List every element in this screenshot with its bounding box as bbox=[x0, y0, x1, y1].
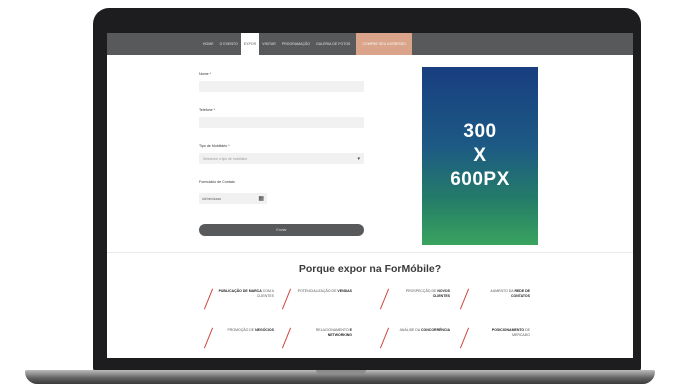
nav-item-home[interactable]: Home bbox=[200, 33, 217, 55]
benefit-item: Relacionamento e networking bbox=[280, 325, 358, 351]
nav-item-visitar[interactable]: Visitar bbox=[259, 33, 279, 55]
nav-item-galeria[interactable]: Galeria de Fotos bbox=[313, 33, 353, 55]
laptop-screen: Home O Evento Expor Visitar Programação … bbox=[107, 33, 633, 358]
cta-button[interactable]: Compre seu Ingresso bbox=[356, 33, 412, 55]
slash-icon bbox=[379, 288, 390, 310]
nav-item-evento[interactable]: O Evento bbox=[217, 33, 241, 55]
phone-field[interactable] bbox=[199, 117, 364, 128]
section-divider bbox=[107, 252, 633, 253]
name-field[interactable] bbox=[199, 81, 364, 92]
calendar-icon[interactable]: ▦ bbox=[258, 195, 264, 202]
name-label: Nome * bbox=[199, 72, 211, 76]
benefit-item: Publicação de marca com a clientes bbox=[202, 286, 280, 312]
type-select[interactable]: Selecione o tipo de mobiliário ▾ bbox=[199, 153, 364, 164]
benefit-item: Análise da concorrência bbox=[378, 325, 456, 351]
ad-line-2: X bbox=[473, 145, 487, 166]
slash-icon bbox=[459, 288, 470, 310]
submit-button[interactable]: Enviar bbox=[199, 224, 364, 236]
date-value: dd/mm/aaaa bbox=[202, 196, 221, 201]
ad-banner[interactable]: 300 X 600PX bbox=[422, 67, 538, 245]
date-label: Formulário de Contato bbox=[199, 180, 235, 184]
type-label: Tipo de Mobiliário * bbox=[199, 144, 230, 148]
type-select-placeholder: Selecione o tipo de mobiliário bbox=[203, 156, 248, 161]
benefit-item: Posicionamento de mercado bbox=[458, 325, 536, 351]
benefit-item: Aumento da rede de contatos bbox=[458, 286, 536, 312]
chevron-down-icon: ▾ bbox=[357, 155, 360, 162]
nav-item-programacao[interactable]: Programação bbox=[279, 33, 313, 55]
phone-label: Telefone * bbox=[199, 108, 215, 112]
top-navbar: Home O Evento Expor Visitar Programação … bbox=[107, 33, 633, 55]
nav-item-expor[interactable]: Expor bbox=[240, 33, 260, 55]
slash-icon bbox=[379, 327, 390, 349]
ad-line-3: 600PX bbox=[450, 169, 510, 190]
slash-icon bbox=[281, 327, 292, 349]
benefit-item: Prospecção de novos clientes bbox=[378, 286, 456, 312]
ad-line-1: 300 bbox=[463, 121, 497, 142]
submit-label: Enviar bbox=[276, 228, 287, 232]
benefit-item: Promoção de negócios bbox=[202, 325, 280, 351]
why-expose-heading: Porque expor na ForMóbile? bbox=[298, 263, 442, 275]
slash-icon bbox=[459, 327, 470, 349]
slash-icon bbox=[203, 288, 214, 310]
benefit-item: Potencialização de vendas bbox=[280, 286, 358, 312]
slash-icon bbox=[203, 327, 214, 349]
laptop-notch bbox=[316, 370, 366, 374]
date-field[interactable]: dd/mm/aaaa ▦ bbox=[199, 193, 267, 204]
slash-icon bbox=[281, 288, 292, 310]
